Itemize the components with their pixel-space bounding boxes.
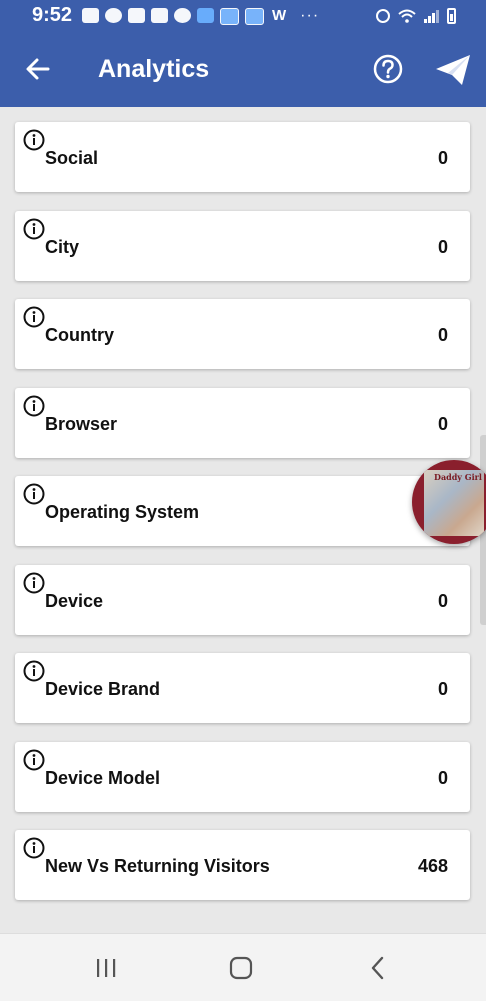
metric-card-country[interactable]: Country 0 [15,299,470,369]
metric-value: 0 [437,413,448,434]
metric-card-device[interactable]: Device 0 [15,564,470,635]
metric-card-new-vs-returning[interactable]: New Vs Returning Visitors 468 [15,830,470,900]
metric-value: 0 [437,590,448,611]
alarm-icon [376,9,390,23]
sd-icon [220,8,239,25]
info-icon[interactable] [23,660,45,682]
metric-label: Social [45,148,99,168]
info-icon[interactable] [23,837,45,859]
info-icon[interactable] [23,572,45,594]
youtube-icon [128,8,145,23]
app-icon [197,8,214,23]
back-icon[interactable] [368,956,388,980]
recents-icon[interactable] [94,958,118,978]
floating-chat-bubble[interactable]: Daddy Girl [412,460,486,544]
metric-card-operating-system[interactable]: Operating System [15,476,470,546]
paper-plane-icon[interactable] [434,53,472,87]
info-icon[interactable] [23,749,45,771]
status-time: 9:52 [32,4,73,26]
metric-label: New Vs Returning Visitors [45,856,270,876]
sd-icon-2 [245,8,264,25]
metric-card-social[interactable]: Social 0 [15,122,470,192]
battery-icon [447,8,456,24]
metric-card-device-model[interactable]: Device Model 0 [15,741,470,812]
metric-label: Country [45,325,114,345]
bubble-caption: Daddy Girl [434,472,482,482]
metric-value: 0 [437,148,448,168]
metric-value: 468 [417,856,448,876]
analytics-list: Social 0 City 0 Country 0 Browser 0 Oper… [15,122,470,919]
signal-icon [424,9,439,23]
metric-value: 0 [437,325,448,345]
chat-icon [82,8,99,23]
message-icon [151,8,168,23]
fan-icon [174,8,191,23]
info-icon[interactable] [23,306,45,328]
metric-label: Operating System [45,502,200,522]
system-nav-bar [0,933,486,1001]
w-icon: W [272,7,287,24]
more-icon: ··· [300,7,320,24]
info-icon[interactable] [23,218,45,240]
metric-card-city[interactable]: City 0 [15,210,470,281]
arrow-left-icon[interactable] [22,53,54,85]
metric-card-browser[interactable]: Browser 0 [15,387,470,458]
metric-value: 0 [437,236,448,257]
wifi-icon [398,9,416,23]
info-icon[interactable] [23,395,45,417]
metric-label: Device [45,590,104,611]
home-icon[interactable] [229,956,253,980]
metric-label: Device Model [45,767,161,788]
metric-value: 0 [437,767,448,788]
system-icons [376,8,456,24]
info-icon[interactable] [23,129,45,151]
metric-label: City [45,236,80,257]
page-title: Analytics [98,55,210,83]
metric-label: Browser [45,413,118,434]
metric-label: Device Brand [45,679,161,699]
metric-card-device-brand[interactable]: Device Brand 0 [15,653,470,723]
metric-value: 0 [437,679,448,699]
info-icon[interactable] [23,483,45,505]
circle-icon [105,8,122,23]
notification-icons: W ··· [82,8,319,25]
status-bar: 9:52 W ··· [0,0,486,33]
app-bar: Analytics [0,33,486,107]
help-circle-icon[interactable] [372,53,404,85]
